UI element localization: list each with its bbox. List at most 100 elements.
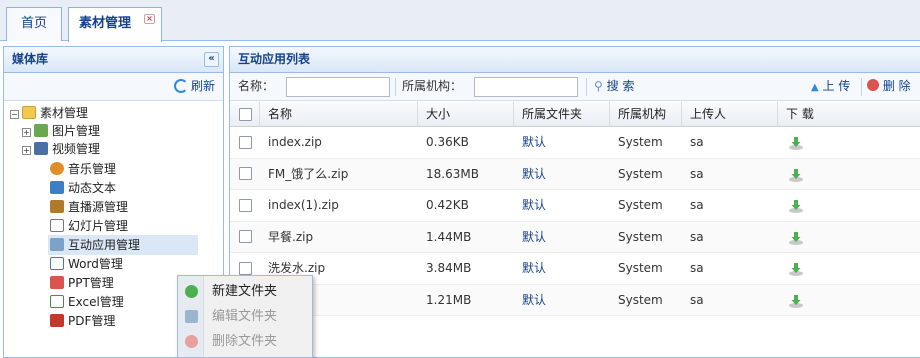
cell-size: 1.44MB — [426, 229, 472, 244]
download-icon[interactable] — [788, 135, 804, 151]
tree-node-music[interactable]: 音乐管理 — [50, 159, 116, 179]
download-icon[interactable] — [788, 293, 804, 309]
cell-folder[interactable]: 默认 — [514, 190, 546, 221]
column-header-org[interactable]: 所属机构 — [610, 102, 682, 127]
menu-item-label: 删除文件夹 — [212, 334, 278, 349]
refresh-button[interactable]: 刷新 — [173, 79, 215, 93]
music-icon — [50, 162, 64, 175]
app-list-grid: 名称 大小 所属文件夹 所属机构 上传人 下 载 index.zip 0.36KB… — [230, 102, 920, 316]
tree-node-excel[interactable]: Excel管理 — [50, 292, 124, 312]
tree-node-label: PPT管理 — [68, 276, 114, 290]
interactive-app-list-panel: 互动应用列表 名称： 所属机构： ⚲ 搜 索 ▲ 上 传 删 除 名称 大小 所… — [229, 46, 920, 358]
download-cell — [778, 190, 920, 221]
org-filter-label: 所属机构： — [402, 79, 463, 93]
tree-node-interactive-apps[interactable]: 互动应用管理 — [48, 235, 198, 255]
collapse-panel-button[interactable]: « — [204, 52, 219, 67]
tab-material-management[interactable]: 素材管理 × — [68, 7, 162, 42]
column-header-size[interactable]: 大小 — [418, 102, 514, 127]
menu-item-delete-folder: 删除文件夹 — [178, 329, 312, 354]
word-icon — [50, 257, 64, 270]
menu-item-new-folder[interactable]: 新建文件夹 — [178, 279, 312, 304]
tree-node-word[interactable]: Word管理 — [50, 254, 123, 274]
table-row[interactable]: index.zip 0.36KB 默认 System sa — [230, 127, 920, 159]
video-icon — [34, 142, 48, 155]
cell-uploader: sa — [690, 135, 704, 149]
tab-home-label: 首页 — [20, 16, 47, 31]
collapse-node-icon[interactable]: − — [10, 110, 19, 119]
cell-org: System — [618, 135, 663, 149]
tree-node-ppt[interactable]: PPT管理 — [50, 273, 114, 293]
tree-node-pdf[interactable]: PDF管理 — [50, 311, 115, 331]
download-cell — [778, 127, 920, 158]
tree-node-label: Excel管理 — [68, 295, 124, 309]
download-icon[interactable] — [788, 198, 804, 214]
pdf-icon — [50, 314, 64, 327]
row-checkbox[interactable] — [239, 167, 252, 180]
row-checkbox[interactable] — [239, 135, 252, 149]
expand-node-icon[interactable]: + — [22, 146, 31, 155]
cell-org: System — [618, 261, 663, 275]
row-select-cell — [230, 159, 260, 190]
cell-folder[interactable]: 默认 — [514, 222, 546, 253]
column-header-uploader[interactable]: 上传人 — [682, 102, 778, 127]
download-icon[interactable] — [788, 261, 804, 277]
column-header-folder[interactable]: 所属文件夹 — [514, 102, 610, 127]
cell-uploader: sa — [690, 198, 704, 212]
cell-name: 早餐.zip — [268, 229, 314, 244]
org-filter-input[interactable] — [474, 77, 578, 97]
delete-label: 删 除 — [882, 79, 911, 93]
tree-node-label: 动态文本 — [68, 181, 117, 195]
tree-node-videos[interactable]: + 视频管理 — [22, 139, 100, 159]
toolbar-separator — [395, 78, 396, 96]
table-row[interactable]: 早餐.zip 1.44MB 默认 System sa — [230, 221, 920, 253]
row-checkbox[interactable] — [239, 198, 252, 212]
cell-folder[interactable]: 默认 — [514, 285, 546, 316]
column-header-download[interactable]: 下 载 — [778, 102, 920, 127]
cell-folder[interactable]: 默认 — [514, 159, 546, 190]
tree-node-images[interactable]: + 图片管理 — [22, 121, 100, 141]
tree-node-label: 图片管理 — [52, 124, 101, 138]
tree-node-root[interactable]: − 素材管理 — [10, 103, 88, 123]
close-tab-icon[interactable]: × — [144, 14, 155, 24]
table-row[interactable]: p1.21MB默认Systemsa — [230, 284, 920, 316]
panel-title: 媒体库 — [12, 52, 49, 66]
add-icon — [185, 285, 198, 298]
upload-label: 上 传 — [822, 79, 851, 93]
cell-folder[interactable]: 默认 — [514, 253, 546, 284]
cell-org: System — [618, 229, 663, 244]
tab-home[interactable]: 首页 — [6, 7, 62, 41]
expand-node-icon[interactable]: + — [22, 128, 31, 137]
delete-button[interactable]: 删 除 — [867, 73, 911, 100]
download-icon[interactable] — [788, 167, 804, 183]
row-checkbox[interactable] — [239, 261, 252, 275]
upload-button[interactable]: ▲ 上 传 — [811, 73, 850, 101]
column-header-name[interactable]: 名称 — [260, 102, 418, 127]
select-all-cell — [230, 102, 260, 127]
tree-node-slides[interactable]: 幻灯片管理 — [50, 216, 128, 236]
search-button[interactable]: ⚲ 搜 索 — [594, 73, 634, 100]
list-header: 互动应用列表 — [230, 47, 920, 73]
cell-org: System — [618, 292, 663, 307]
download-cell — [778, 222, 920, 253]
tree-node-dynamic-text[interactable]: 动态文本 — [50, 178, 116, 198]
tree-node-label: 视频管理 — [52, 142, 101, 156]
cell-folder[interactable]: 默认 — [514, 127, 546, 158]
tree-node-live-source[interactable]: 直播源管理 — [50, 197, 128, 217]
download-icon[interactable] — [788, 230, 804, 246]
cell-name: index.zip — [268, 135, 322, 149]
row-checkbox[interactable] — [239, 230, 252, 243]
table-row[interactable]: FM_饿了么.zip 18.63MB 默认 System sa — [230, 158, 920, 190]
tab-bar: 首页 素材管理 × — [0, 0, 920, 42]
menu-item-label: 编辑文件夹 — [212, 309, 278, 324]
table-row[interactable]: index(1).zip 0.42KB 默认 System sa — [230, 190, 920, 222]
menu-item-label: 新建文件夹 — [212, 284, 278, 299]
search-icon: ⚲ — [594, 79, 603, 93]
cell-org: System — [618, 166, 663, 181]
cell-uploader: sa — [690, 229, 704, 244]
table-row[interactable]: 洗发水.zip 3.84MB 默认 System sa — [230, 253, 920, 285]
interactive-app-icon — [50, 238, 64, 251]
name-filter-input[interactable] — [286, 77, 390, 97]
select-all-checkbox[interactable] — [239, 107, 252, 121]
row-select-cell — [230, 190, 260, 221]
cell-uploader: sa — [690, 292, 704, 307]
